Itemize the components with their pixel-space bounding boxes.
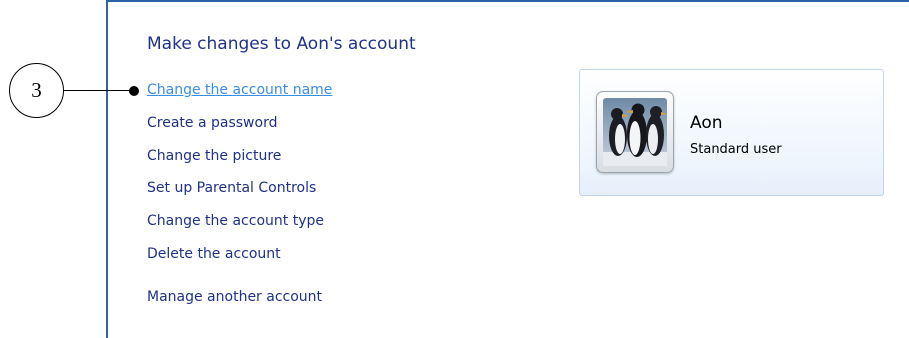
create-password-link[interactable]: Create a password (147, 115, 277, 131)
callout-leader-line (64, 90, 134, 91)
panel-border-left (106, 0, 108, 338)
user-account-card: Aon Standard user (579, 69, 884, 196)
callout-pointer-dot (129, 86, 139, 96)
parental-controls-link[interactable]: Set up Parental Controls (147, 180, 316, 196)
page-title: Make changes to Aon's account (147, 34, 416, 54)
avatar (596, 91, 674, 173)
window: Make changes to Aon's account Change the… (0, 0, 909, 338)
change-picture-link[interactable]: Change the picture (147, 148, 281, 164)
user-name: Aon (690, 113, 723, 133)
account-type-label: Standard user (690, 142, 782, 157)
panel-border-top (106, 0, 909, 2)
step-number: 3 (31, 78, 42, 102)
change-account-name-link[interactable]: Change the account name (147, 82, 332, 98)
change-account-type-link[interactable]: Change the account type (147, 213, 324, 229)
step-callout-circle: 3 (9, 63, 64, 118)
delete-account-link[interactable]: Delete the account (147, 246, 281, 262)
penguins-picture-icon (603, 98, 667, 166)
manage-another-account-link[interactable]: Manage another account (147, 289, 322, 305)
